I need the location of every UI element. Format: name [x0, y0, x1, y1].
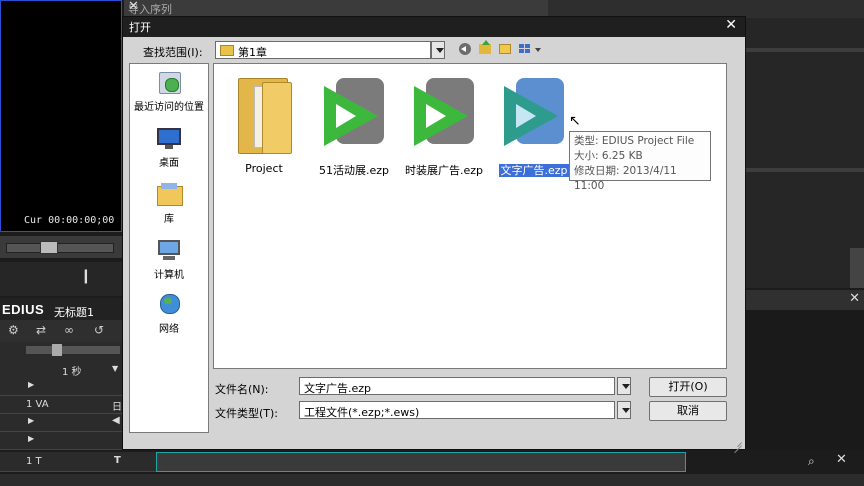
chevron-down-icon[interactable]: ▼ [112, 364, 118, 373]
track-row-1t: 1 T T [0, 452, 156, 472]
cancel-button[interactable]: 取消 [649, 401, 727, 421]
settings-icon[interactable]: ⚙ [8, 323, 19, 337]
back-icon[interactable] [459, 43, 471, 55]
file-name: 时装展广告.ezp [404, 164, 484, 177]
file-item-project-folder[interactable]: Project [220, 74, 308, 175]
file-item-selected[interactable]: 文字广告.ezp [490, 74, 578, 178]
player-controls: ❙ [0, 262, 122, 296]
close-icon[interactable]: ✕ [836, 452, 847, 467]
track-row-1va: 1 VA 日 [0, 396, 124, 414]
place-label: 库 [164, 214, 174, 225]
tooltip-type: 类型: EDIUS Project File [574, 135, 695, 147]
filetype-label: 文件类型(T): [215, 407, 279, 420]
desktop-icon [155, 126, 183, 152]
tooltip-modified: 修改日期: 2013/4/11 11:00 [574, 165, 677, 192]
up-folder-icon[interactable] [479, 40, 491, 54]
dialog-titlebar[interactable]: 打开 ✕ [123, 17, 745, 37]
file-name: 51活动展.ezp [318, 164, 390, 177]
place-label: 网络 [159, 324, 179, 335]
chevron-down-icon[interactable] [535, 48, 541, 52]
place-recent[interactable]: 最近访问的位置 [130, 70, 208, 113]
timeline-zoom-row [0, 342, 124, 362]
close-icon[interactable]: ✕ [725, 17, 737, 33]
filename-dropdown-button[interactable] [617, 377, 631, 395]
track-row: ▶ ◀ [0, 414, 124, 432]
track-row: ▶ [0, 378, 124, 396]
tooltip-size: 大小: 6.25 KB [574, 150, 643, 162]
preview-monitor [0, 0, 122, 232]
playback-scrubber[interactable] [0, 236, 122, 258]
look-in-combo[interactable]: 第1章 [215, 41, 431, 59]
expand-icon[interactable]: ▶ [28, 380, 34, 389]
place-network[interactable]: 网络 [130, 292, 208, 335]
timeline-scale[interactable]: 1 秒 [62, 363, 82, 378]
file-name: 文字广告.ezp [499, 164, 569, 177]
new-folder-icon[interactable] [499, 44, 511, 54]
open-file-dialog: 打开 ✕ 查找范围(I): 第1章 最近访问的位置 桌面 库 计算机 网络 Pr… [122, 16, 746, 454]
timeline-bottom [0, 474, 864, 486]
edius-project-icon [494, 74, 574, 158]
filetype-dropdown-button[interactable] [617, 401, 631, 419]
libraries-icon [155, 182, 183, 208]
timeline-scale-row: 1 秒 ▼ [0, 360, 124, 380]
file-name: Project [245, 162, 283, 175]
filename-label: 文件名(N): [215, 383, 269, 396]
app-logo: EDIUS [2, 302, 45, 317]
dialog-title: 打开 [129, 21, 151, 34]
place-label: 计算机 [154, 270, 184, 281]
resize-grip[interactable] [732, 436, 742, 454]
place-libraries[interactable]: 库 [130, 182, 208, 225]
folder-icon [224, 74, 304, 158]
mouse-cursor-icon: ↖ [569, 113, 581, 129]
close-icon[interactable]: ✕ [128, 0, 542, 14]
zoom-slider[interactable] [52, 344, 62, 356]
project-title: 无标题1 [54, 306, 94, 319]
place-desktop[interactable]: 桌面 [130, 126, 208, 169]
computer-icon [155, 238, 183, 264]
folder-icon [220, 45, 234, 56]
place-computer[interactable]: 计算机 [130, 238, 208, 281]
edius-project-icon [314, 74, 394, 158]
timeline-track-area[interactable] [156, 452, 686, 472]
file-list: Project 51活动展.ezp 时装展广告.ezp 文字广告.ezp [213, 63, 727, 369]
look-in-label: 查找范围(I): [143, 46, 203, 59]
open-button[interactable]: 打开(O) [649, 377, 727, 397]
scrollbar[interactable] [850, 248, 864, 288]
place-label: 最近访问的位置 [134, 102, 204, 113]
ripple-icon[interactable]: ⇄ [36, 323, 46, 337]
file-item[interactable]: 51活动展.ezp [310, 74, 398, 178]
speaker-icon[interactable]: ◀ [112, 415, 120, 426]
view-menu-icon[interactable] [519, 44, 531, 54]
filename-input[interactable]: 文字广告.ezp [299, 377, 615, 395]
track-name: 1 T [26, 456, 42, 467]
expand-icon[interactable]: ▶ [28, 416, 34, 425]
network-icon [155, 292, 183, 318]
sync-icon[interactable]: ↺ [94, 323, 104, 337]
look-in-value: 第1章 [238, 46, 267, 59]
look-in-dropdown-button[interactable] [431, 41, 445, 59]
place-label: 桌面 [159, 158, 179, 169]
file-item[interactable]: 时装展广告.ezp [400, 74, 488, 178]
edius-project-icon [404, 74, 484, 158]
file-info-tooltip: 类型: EDIUS Project File 大小: 6.25 KB 修改日期:… [569, 131, 711, 192]
filetype-select[interactable]: 工程文件(*.ezp;*.ews) [299, 401, 615, 419]
timecode-display: Cur 00:00:00;00 [24, 215, 115, 226]
right-panel [746, 18, 864, 288]
track-row: ▶ [0, 432, 124, 450]
close-icon[interactable]: ✕ [849, 291, 860, 306]
player-control-icon[interactable]: ❙ [80, 268, 92, 284]
track-side-icon[interactable]: T [114, 455, 121, 466]
timeline-toolbar: ⚙ ⇄ ∞ ↺ [0, 320, 124, 342]
search-icon[interactable]: ⌕ [808, 454, 815, 469]
track-side-icon[interactable]: 日 [112, 398, 122, 413]
track-name: 1 VA [26, 399, 49, 410]
places-bar: 最近访问的位置 桌面 库 计算机 网络 [129, 63, 209, 433]
recent-places-icon [155, 70, 183, 96]
link-icon[interactable]: ∞ [64, 323, 74, 337]
expand-icon[interactable]: ▶ [28, 434, 34, 443]
